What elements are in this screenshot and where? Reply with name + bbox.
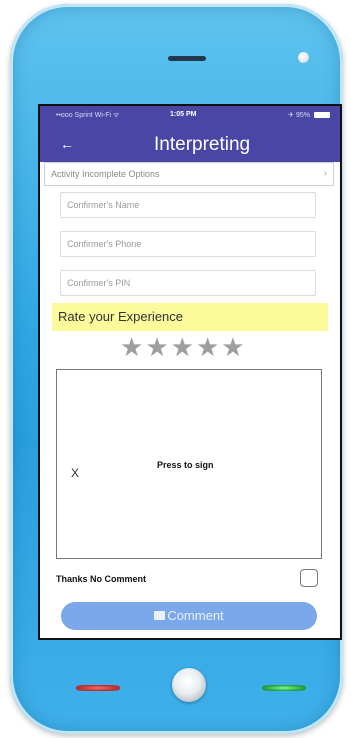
activity-incomplete-options-label: Activity Incomplete Options [51,169,160,179]
status-bar: ••ooo Sprint Wi-Fi ᯤ 1:05 PM ✈ 95% [40,111,340,123]
star-icon[interactable]: ★ [145,332,168,362]
thanks-no-comment-checkbox[interactable] [300,569,318,587]
front-camera [298,52,309,63]
confirmer-name-field[interactable] [60,192,316,218]
star-icon[interactable]: ★ [120,332,143,362]
comment-button-label: Comment [167,608,224,623]
speaker-grille [168,56,206,61]
carrier-label: ••ooo Sprint Wi-Fi ᯤ [56,112,120,119]
confirmer-phone-field[interactable] [60,231,316,257]
green-indicator-light [262,685,306,691]
rate-experience-label: Rate your Experience [58,309,184,324]
red-indicator-light [76,685,120,691]
back-arrow-icon[interactable]: ← [60,136,74,152]
star-rating: ★★★★★ [120,332,247,362]
comment-icon [154,610,166,620]
home-button[interactable] [172,668,206,702]
battery-label: ✈ 95% [288,112,310,119]
phone-frame: ••ooo Sprint Wi-Fi ᯤ 1:05 PM ✈ 95% ← Int… [10,4,343,734]
status-time: 1:05 PM [170,111,197,118]
signature-x-mark: X [71,466,80,480]
confirmer-pin-field[interactable] [60,270,316,296]
battery-icon [314,112,330,118]
star-icon[interactable]: ★ [196,332,219,362]
rate-experience-banner: Rate your Experience [52,303,328,331]
app-screen: ••ooo Sprint Wi-Fi ᯤ 1:05 PM ✈ 95% ← Int… [38,104,342,640]
navigation-bar: ••ooo Sprint Wi-Fi ᯤ 1:05 PM ✈ 95% ← Int… [40,106,340,162]
comment-button[interactable]: Comment [61,602,317,630]
star-icon[interactable]: ★ [221,332,244,362]
activity-incomplete-options-row[interactable]: Activity Incomplete Options › [44,162,334,186]
chevron-right-icon: › [323,168,327,179]
star-icon[interactable]: ★ [171,332,194,362]
page-title: Interpreting [154,134,251,155]
thanks-no-comment-label: Thanks No Comment [56,574,147,584]
signature-pad[interactable]: X Press to sign [56,369,322,559]
signature-prompt: Press to sign [157,460,214,470]
